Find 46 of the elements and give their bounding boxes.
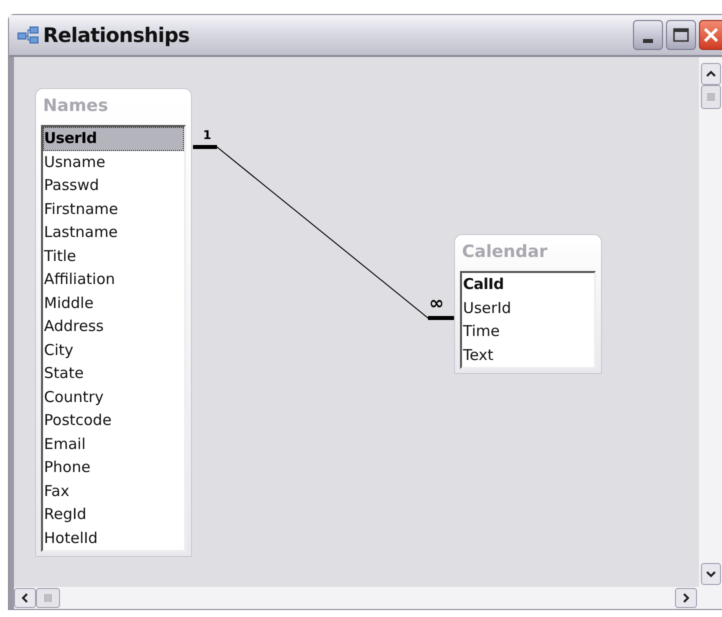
table-window[interactable]: Calendar CalId UserId Time Text — [454, 234, 602, 374]
field-item[interactable]: UserId — [462, 296, 594, 320]
scroll-up-button[interactable] — [701, 63, 721, 85]
field-item[interactable]: Postcode — [43, 409, 184, 432]
field-item[interactable]: State — [43, 362, 184, 386]
field-item[interactable]: Title — [43, 244, 184, 268]
minimize-button[interactable] — [633, 20, 663, 50]
scroll-thumb[interactable] — [36, 588, 60, 608]
field-item[interactable]: City — [43, 338, 184, 362]
maximize-button[interactable] — [666, 20, 696, 50]
field-item[interactable]: Firstname — [43, 198, 184, 221]
field-item[interactable]: Fax — [43, 480, 184, 503]
cardinality-label: 1 — [203, 128, 212, 142]
scroll-down-button[interactable] — [701, 563, 721, 585]
field-item[interactable]: Passwd — [43, 174, 184, 198]
field-item[interactable]: Middle — [43, 292, 184, 315]
cardinality-label: ∞ — [429, 295, 444, 313]
close-icon — [703, 27, 719, 43]
field-item[interactable]: Lastname — [43, 221, 184, 244]
field-item[interactable]: Affiliation — [43, 268, 184, 292]
field-item[interactable]: Time — [462, 320, 594, 344]
table-window[interactable]: Names UserId Usname Passwd Firstname Lastname Title Affiliation Middle Address City State Country Postcode Email Phone Fax RegId HotelId — [35, 88, 192, 557]
table-title: Calendar — [461, 241, 548, 264]
minimize-icon — [643, 39, 653, 43]
field-item[interactable]: Usname — [43, 150, 184, 174]
scroll-left-button[interactable] — [14, 588, 36, 608]
grip-icon — [44, 594, 52, 602]
field-item[interactable]: Country — [43, 386, 184, 409]
maximize-icon — [673, 28, 689, 42]
close-button[interactable] — [699, 20, 722, 50]
scroll-right-button[interactable] — [675, 588, 697, 608]
field-item[interactable]: Text — [462, 344, 594, 367]
field-item[interactable]: Phone — [43, 456, 184, 480]
vertical-scrollbar[interactable] — [699, 57, 722, 609]
table-title: Names — [42, 95, 110, 118]
field-item[interactable]: UserId — [43, 127, 184, 150]
grip-icon — [707, 93, 715, 101]
relationships-icon — [17, 25, 39, 45]
horizontal-scrollbar[interactable] — [14, 587, 699, 609]
field-item[interactable]: HotelId — [43, 526, 184, 550]
field-item[interactable]: CalId — [462, 273, 594, 296]
scroll-thumb[interactable] — [701, 85, 721, 109]
field-item[interactable]: Address — [43, 315, 184, 338]
window-title: Relationships — [43, 22, 190, 49]
field-item[interactable]: RegId — [43, 503, 184, 526]
field-item[interactable]: Email — [43, 432, 184, 456]
